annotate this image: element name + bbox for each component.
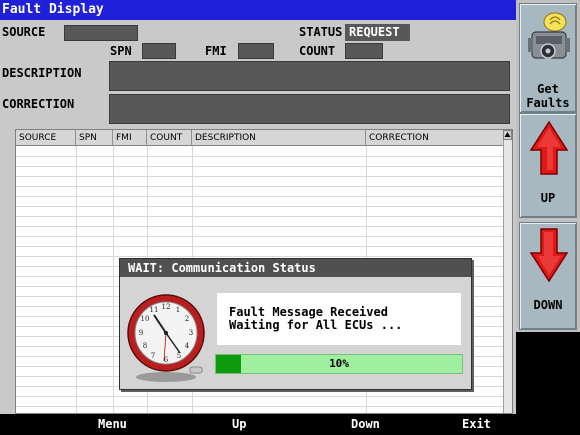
- svg-text:3: 3: [189, 329, 193, 337]
- clock-icon: 12 1 2 3 4 5 6 7 8 9 10 11: [127, 294, 205, 382]
- table-row: [16, 166, 504, 167]
- svg-text:10: 10: [141, 315, 150, 323]
- dialog-message-line-2: Waiting for All ECUs ...: [229, 318, 403, 332]
- up-button[interactable]: UP: [519, 113, 577, 218]
- dialog-title: WAIT: Communication Status: [120, 259, 471, 277]
- svg-text:9: 9: [139, 329, 143, 337]
- side-panel: Get Faults UP DOWN: [516, 0, 580, 435]
- up-key-button[interactable]: Up: [232, 414, 246, 435]
- window-title: Fault Display: [0, 0, 516, 20]
- column-header-source: SOURCE: [16, 130, 76, 146]
- arrow-down-icon: [529, 228, 569, 283]
- table-row: [16, 186, 504, 187]
- table-row: [16, 396, 504, 397]
- table-row: [16, 176, 504, 177]
- table-row: [16, 246, 504, 247]
- progress-bar: 10%: [215, 354, 463, 374]
- count-field: [345, 43, 383, 59]
- table-header: SOURCE SPN FMI COUNT DESCRIPTION CORRECT…: [16, 130, 504, 146]
- correction-label: CORRECTION: [2, 97, 75, 111]
- arrow-up-icon: [529, 120, 569, 175]
- svg-text:4: 4: [185, 342, 190, 350]
- column-header-spn: SPN: [76, 130, 113, 146]
- up-label: UP: [540, 191, 556, 205]
- app-window: Fault Display SOURCE STATUS REQUEST SPN …: [0, 0, 580, 435]
- table-row: [16, 236, 504, 237]
- fmi-field: [238, 43, 274, 59]
- function-key-bar: Menu Up Down Exit: [0, 414, 516, 435]
- down-key-button[interactable]: Down: [351, 414, 380, 435]
- svg-text:1: 1: [176, 306, 180, 314]
- table-row: [16, 156, 504, 157]
- exit-button[interactable]: Exit: [462, 414, 491, 435]
- svg-text:7: 7: [151, 352, 155, 360]
- description-field: [109, 61, 510, 91]
- fmi-label: FMI: [205, 44, 227, 58]
- svg-text:5: 5: [177, 352, 181, 360]
- column-header-fmi: FMI: [113, 130, 147, 146]
- dialog-message-box: Fault Message Received Waiting for All E…: [217, 293, 461, 345]
- wait-dialog: WAIT: Communication Status 12 1 2 3 4 5 …: [119, 258, 472, 390]
- count-label: COUNT: [299, 44, 336, 58]
- svg-text:12: 12: [162, 303, 171, 311]
- column-header-correction: CORRECTION: [369, 133, 429, 143]
- table-row: [16, 196, 504, 197]
- get-faults-label: Get Faults: [526, 82, 570, 110]
- get-faults-button[interactable]: Get Faults: [519, 3, 577, 113]
- status-value: REQUEST: [345, 24, 410, 41]
- description-label: DESCRIPTION: [2, 66, 82, 80]
- menu-button[interactable]: Menu: [98, 414, 127, 435]
- side-panel-empty: [516, 332, 580, 435]
- table-row: [16, 206, 504, 207]
- spn-label: SPN: [110, 44, 132, 58]
- column-header-count: COUNT: [147, 130, 192, 146]
- source-field: [64, 25, 138, 41]
- status-label: STATUS: [299, 25, 343, 39]
- table-row: [16, 226, 504, 227]
- svg-text:8: 8: [143, 342, 147, 350]
- table-row: [16, 256, 504, 257]
- source-label: SOURCE: [2, 25, 46, 39]
- svg-text:2: 2: [185, 315, 189, 323]
- table-row: [16, 216, 504, 217]
- vertical-scrollbar[interactable]: [503, 130, 512, 413]
- down-button[interactable]: DOWN: [519, 222, 577, 330]
- triangle-up-icon[interactable]: [503, 130, 512, 140]
- table-row: [16, 406, 504, 407]
- correction-field: [109, 94, 510, 124]
- spn-field: [142, 43, 176, 59]
- svg-text:11: 11: [150, 306, 159, 314]
- column-header-description: DESCRIPTION: [192, 130, 366, 146]
- down-label: DOWN: [533, 298, 563, 312]
- progress-text: 10%: [329, 357, 349, 370]
- engine-icon: [528, 12, 570, 59]
